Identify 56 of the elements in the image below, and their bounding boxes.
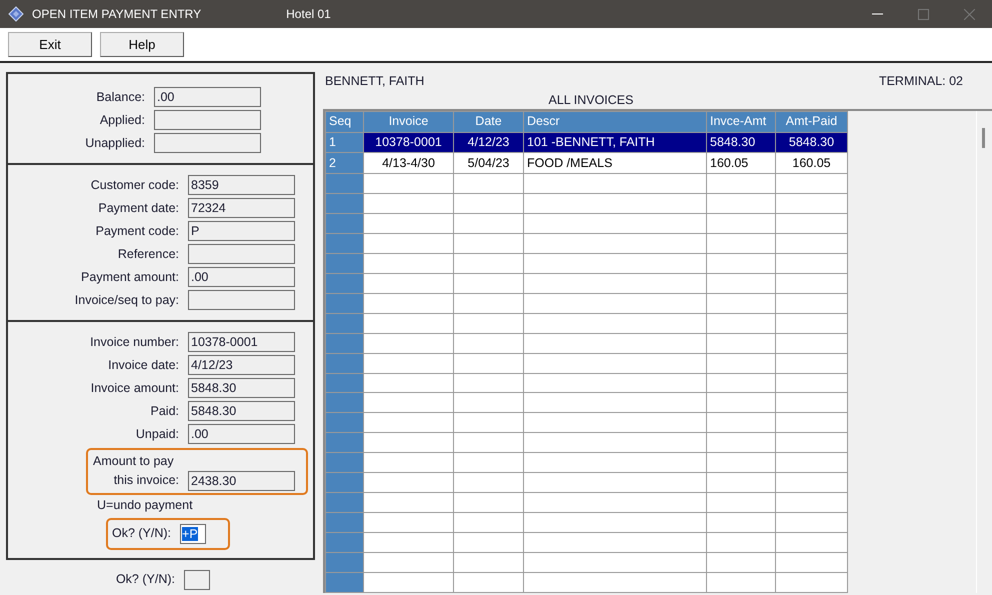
app-icon <box>8 6 24 22</box>
minimize-icon <box>872 13 882 15</box>
customer-name: BENNETT, FAITH <box>325 73 424 90</box>
column-header[interactable]: Seq <box>326 112 364 132</box>
window-subtitle: Hotel 01 <box>286 6 331 23</box>
input-field[interactable]: 2438.30 <box>188 470 295 491</box>
column-header[interactable]: Invce-Amt <box>706 112 776 132</box>
input-field[interactable]: 10378-0001 <box>188 332 295 352</box>
column-header[interactable]: Amt-Paid <box>776 112 848 132</box>
field-label: Paid: <box>150 402 180 420</box>
input-field[interactable] <box>154 133 261 153</box>
field-label: Invoice number: <box>89 334 180 351</box>
scrollbar-thumb[interactable] <box>982 128 985 148</box>
field-label: Payment date: <box>97 200 180 217</box>
input-field[interactable]: P <box>188 221 295 241</box>
field-label: Payment amount: <box>80 268 180 286</box>
input-field[interactable] <box>188 244 295 264</box>
terminal-label: TERMINAL: 02 <box>878 73 963 90</box>
input-field[interactable]: .00 <box>188 267 295 287</box>
input-field[interactable]: .00 <box>188 424 295 444</box>
field-label: Unpaid: <box>134 426 180 443</box>
field-label: Payment code: <box>94 222 180 240</box>
field-label: Invoice amount: <box>90 380 180 397</box>
table-title: ALL INVOICES <box>548 93 634 107</box>
column-header[interactable]: Date <box>454 112 524 132</box>
toolbar-button[interactable]: Help <box>100 32 184 57</box>
close-icon <box>964 8 974 20</box>
table-row[interactable]: 1 10378-0001 4/12/23 101 -BENNETT, FAITH 5848.30 5848.30 <box>326 132 848 153</box>
window-title: OPEN ITEM PAYMENT ENTRY <box>32 6 202 23</box>
hint-text: U=undo payment <box>96 496 194 514</box>
column-header[interactable]: Invoice <box>364 112 454 132</box>
input-field[interactable]: 72324 <box>188 198 295 218</box>
input-field[interactable]: 8359 <box>188 175 295 195</box>
toolbar-button[interactable]: Exit <box>8 32 92 57</box>
field-label: Reference: <box>116 246 180 263</box>
field-label: Ok? (Y/N): <box>114 571 176 588</box>
field-label: Balance: <box>95 88 146 106</box>
table-row[interactable]: 2 4/13-4/30 5/04/23 FOOD /MEALS 160.05 160.05 <box>326 152 848 174</box>
field-label: Applied: <box>98 112 146 129</box>
column-header[interactable]: Descr <box>524 112 706 132</box>
field-label: Ok? (Y/N): <box>112 525 172 542</box>
input-field[interactable] <box>188 290 295 310</box>
field-label: Amount to pay <box>92 453 174 470</box>
input-field[interactable]: 4/12/23 <box>188 355 295 375</box>
field-label: Invoice date: <box>107 356 180 374</box>
field-label: Customer code: <box>90 176 180 194</box>
input-field[interactable]: .00 <box>154 87 261 107</box>
field-label: this invoice: <box>112 472 180 490</box>
field-label: Unapplied: <box>84 134 146 152</box>
input-field[interactable] <box>184 570 210 590</box>
input-field[interactable]: +P <box>180 524 206 544</box>
maximize-icon <box>918 8 928 20</box>
field-label: Invoice/seq to pay: <box>74 292 180 309</box>
input-field[interactable]: 5848.30 <box>188 378 295 398</box>
input-field[interactable]: 5848.30 <box>188 401 295 421</box>
input-field[interactable] <box>154 110 261 130</box>
